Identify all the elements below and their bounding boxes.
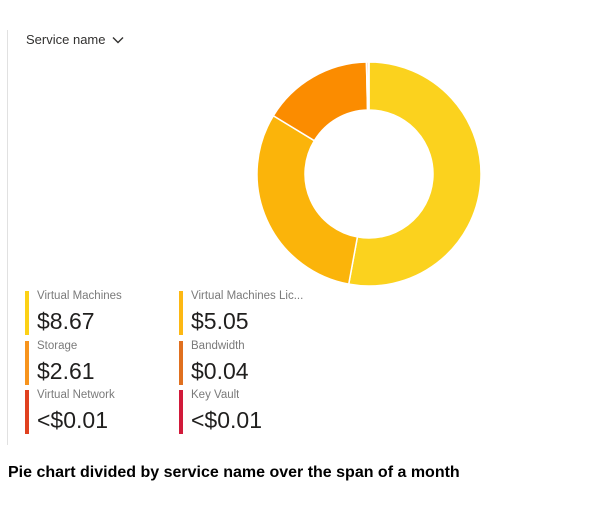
service-name-dropdown[interactable]: Service name bbox=[26, 32, 124, 47]
donut-slice-virtual-machines-lic[interactable] bbox=[256, 114, 359, 286]
legend-color-swatch bbox=[179, 390, 183, 434]
legend-label: Virtual Network bbox=[37, 389, 115, 401]
legend-label: Key Vault bbox=[191, 389, 240, 401]
legend-color-swatch bbox=[25, 291, 29, 335]
legend-value: $0.04 bbox=[191, 358, 249, 384]
legend-label: Virtual Machines Lic... bbox=[191, 290, 304, 302]
legend-value: <$0.01 bbox=[191, 407, 262, 433]
legend-color-swatch bbox=[179, 341, 183, 385]
legend-color-swatch bbox=[25, 390, 29, 434]
legend-label: Virtual Machines bbox=[37, 290, 122, 302]
legend-item[interactable]: Bandwidth $0.04 bbox=[179, 340, 319, 386]
legend-item[interactable]: Virtual Network <$0.01 bbox=[25, 389, 165, 435]
chevron-down-icon bbox=[112, 36, 124, 43]
legend-item[interactable]: Virtual Machines $8.67 bbox=[25, 290, 165, 336]
legend-item[interactable]: Key Vault <$0.01 bbox=[179, 389, 319, 435]
legend-value: $8.67 bbox=[37, 308, 95, 334]
legend-color-swatch bbox=[25, 341, 29, 385]
legend-label: Bandwidth bbox=[191, 340, 245, 352]
legend-value: <$0.01 bbox=[37, 407, 108, 433]
legend-value: $2.61 bbox=[37, 358, 95, 384]
legend-value: $5.05 bbox=[191, 308, 249, 334]
dropdown-label: Service name bbox=[26, 32, 106, 47]
legend-color-swatch bbox=[179, 291, 183, 335]
figure-caption: Pie chart divided by service name over t… bbox=[8, 464, 460, 481]
legend-item[interactable]: Storage $2.61 bbox=[25, 340, 165, 386]
donut-chart bbox=[256, 61, 482, 287]
legend-item[interactable]: Virtual Machines Lic... $5.05 bbox=[179, 290, 319, 336]
panel-border bbox=[7, 30, 8, 445]
cost-panel: Service name Virtual Machines $8.67 Virtua… bbox=[0, 0, 597, 450]
legend-label: Storage bbox=[37, 340, 78, 352]
